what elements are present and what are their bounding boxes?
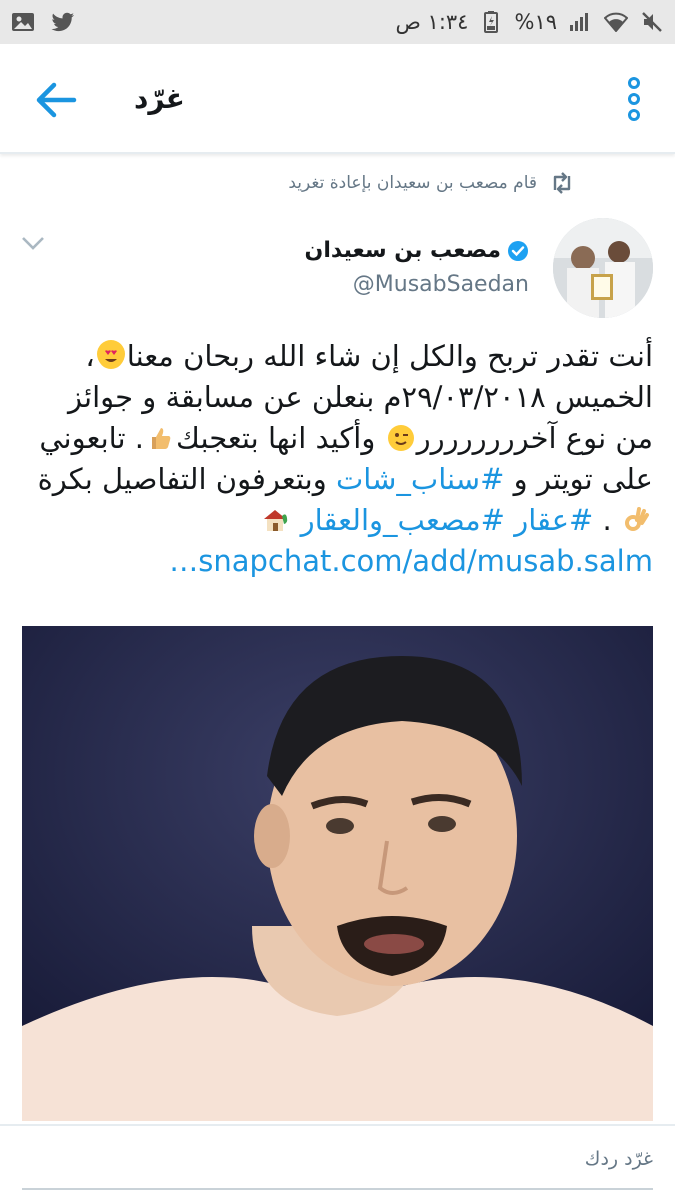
thumbs-up-emoji-icon	[146, 422, 174, 450]
signal-icon	[567, 11, 593, 33]
retweet-icon	[553, 172, 571, 194]
house-emoji-icon	[261, 504, 289, 532]
snapchat-link[interactable]: snapchat.com/add/musab.salm…	[169, 544, 653, 578]
hashtag-link[interactable]: #عقار	[514, 503, 593, 537]
author-name-text: مصعب بن سعيدان	[304, 238, 501, 263]
wifi-icon	[603, 11, 629, 33]
status-bar: ١٩% ١:٣٤ ص	[0, 0, 675, 44]
tweet-text-part: أنت تقدر تربح والكل إن شاء الله ربحان مع…	[126, 339, 653, 373]
author-handle[interactable]: @MusabSaedan	[353, 272, 529, 297]
tweet-menu-caret[interactable]	[20, 234, 46, 252]
battery-percent: ١٩%	[514, 10, 557, 34]
divider	[0, 1124, 675, 1126]
back-button[interactable]	[34, 80, 78, 120]
retweet-context-label: قام مصعب بن سعيدان بإعادة تغريد	[288, 173, 537, 193]
tweet-text-part: .	[593, 503, 621, 537]
hashtag-link[interactable]: #مصعب_والعقار	[301, 503, 505, 537]
twitter-bird-icon	[50, 11, 76, 33]
retweet-context[interactable]: قام مصعب بن سعيدان بإعادة تغريد	[288, 172, 575, 194]
mute-icon	[639, 11, 665, 33]
app-bar: غرّد	[0, 44, 675, 154]
author-name[interactable]: مصعب بن سعيدان	[305, 238, 529, 263]
winking-face-emoji-icon	[387, 422, 415, 451]
avatar[interactable]	[553, 218, 653, 318]
hashtag-link[interactable]: #سناب_شات	[336, 462, 504, 496]
image-icon	[10, 11, 36, 33]
more-options-button[interactable]	[619, 76, 649, 122]
page-title: غرّد	[134, 82, 185, 115]
reply-input-underline	[22, 1188, 653, 1190]
chevron-down-icon	[22, 237, 44, 250]
tweet-text: أنت تقدر تربح والكل إن شاء الله ربحان مع…	[34, 336, 653, 582]
battery-icon	[478, 11, 504, 33]
tweet-text-part: وأكيد انها بتعجبك	[176, 421, 385, 455]
tweet-text-part: وبتعرفون التفاصيل بكرة	[37, 462, 336, 496]
reply-input[interactable]: غرّد ردك	[585, 1148, 653, 1170]
heart-eyes-emoji-icon	[96, 340, 125, 369]
clock: ١:٣٤ ص	[395, 10, 469, 34]
arrow-left-icon	[36, 82, 77, 118]
ok-hand-emoji-icon	[623, 504, 651, 532]
tweet-media-image[interactable]	[22, 626, 653, 1121]
verified-badge-icon	[508, 240, 528, 261]
more-vertical-icon	[628, 77, 640, 121]
